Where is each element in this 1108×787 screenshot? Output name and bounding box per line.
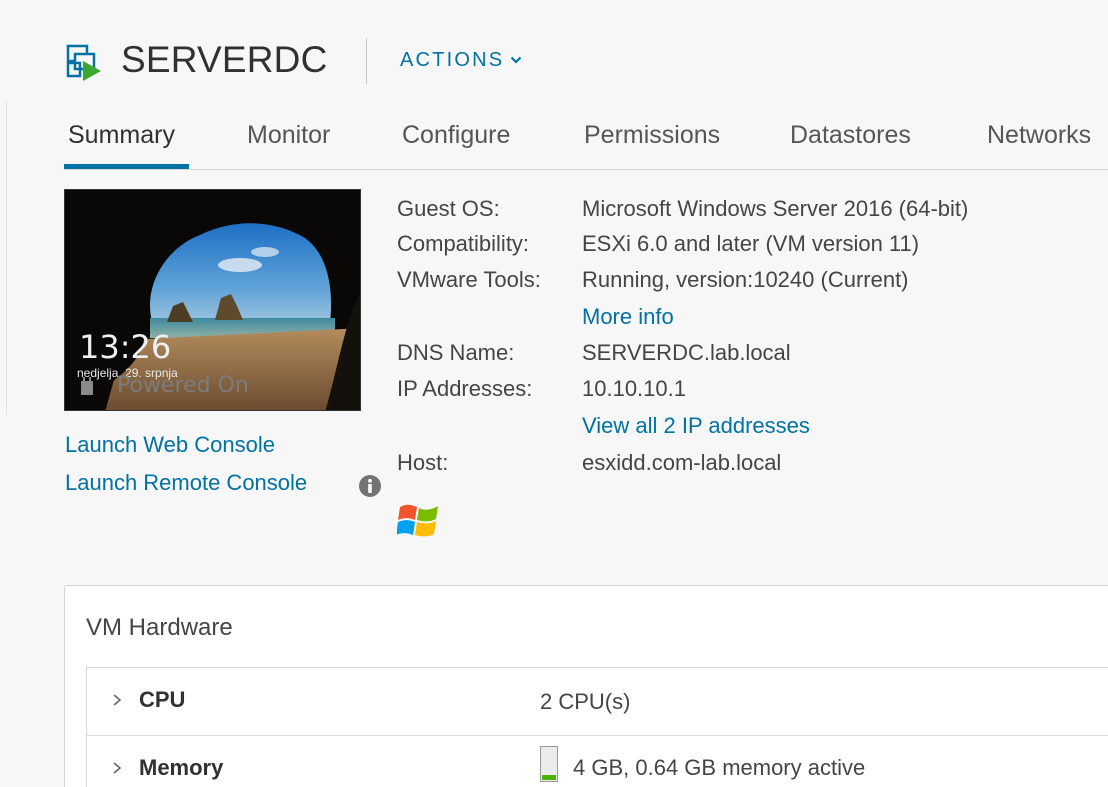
info-icon[interactable] (358, 474, 382, 498)
cpu-label: CPU (139, 687, 186, 712)
memory-value: 4 GB, 0.64 GB memory active (573, 755, 866, 780)
memory-usage-fill (542, 774, 556, 780)
ip-addresses-value: 10.10.10.1 (582, 376, 686, 401)
tab-datastores[interactable]: Datastores (790, 118, 911, 152)
guest-os-value: Microsoft Windows Server 2016 (64-bit) (582, 196, 969, 221)
memory-label: Memory (139, 755, 224, 780)
compatibility-value: ESXi 6.0 and later (VM version 11) (582, 231, 920, 256)
tab-summary[interactable]: Summary (68, 118, 175, 152)
vmware-tools-value: Running, version:10240 (Current) (582, 267, 909, 292)
actions-label: ACTIONS (400, 49, 505, 71)
header-divider (366, 38, 367, 84)
vm-summary-page: SERVERDC ACTIONS Summary Monitor Configu… (0, 0, 1108, 787)
tab-monitor[interactable]: Monitor (247, 118, 330, 152)
vmware-tools-label: VMware Tools: (397, 267, 541, 292)
host-label: Host: (397, 450, 449, 475)
actions-menu-button[interactable]: ACTIONS (400, 47, 522, 73)
dns-name-value: SERVERDC.lab.local (582, 340, 791, 365)
windows-logo-icon (397, 504, 438, 537)
tab-bar: Summary Monitor Configure Permissions Da… (68, 118, 1108, 168)
launch-remote-console-link[interactable]: Launch Remote Console (65, 469, 307, 497)
tab-networks[interactable]: Networks (987, 118, 1091, 152)
vm-icon (66, 44, 101, 81)
guest-os-label: Guest OS: (397, 196, 500, 221)
console-time: 13:26 (79, 328, 172, 366)
tab-configure[interactable]: Configure (402, 118, 510, 152)
console-thumbnail[interactable]: 13:26 nedjelja, 29. srpnja Powered On (64, 189, 361, 411)
power-state-label: Powered On (117, 373, 249, 398)
left-panel-divider (6, 100, 7, 415)
host-value[interactable]: esxidd.com-lab.local (582, 449, 781, 477)
memory-usage-bar (540, 746, 558, 782)
cpu-value: 2 CPU(s) (540, 689, 631, 714)
chevron-down-icon (511, 56, 522, 64)
launch-web-console-link[interactable]: Launch Web Console (65, 431, 275, 459)
chevron-right-icon[interactable] (110, 761, 124, 775)
vm-hardware-title: VM Hardware (86, 614, 233, 641)
chevron-right-icon[interactable] (110, 693, 124, 707)
view-all-ip-addresses-link[interactable]: View all 2 IP addresses (582, 412, 810, 440)
tab-bar-border (64, 169, 1108, 170)
plug-icon (81, 377, 93, 395)
ip-addresses-label: IP Addresses: (397, 376, 533, 401)
more-info-link[interactable]: More info (582, 303, 674, 331)
dns-name-label: DNS Name: (397, 340, 515, 365)
tab-permissions[interactable]: Permissions (584, 118, 720, 152)
compatibility-label: Compatibility: (397, 231, 530, 256)
vm-title: SERVERDC (121, 39, 328, 80)
